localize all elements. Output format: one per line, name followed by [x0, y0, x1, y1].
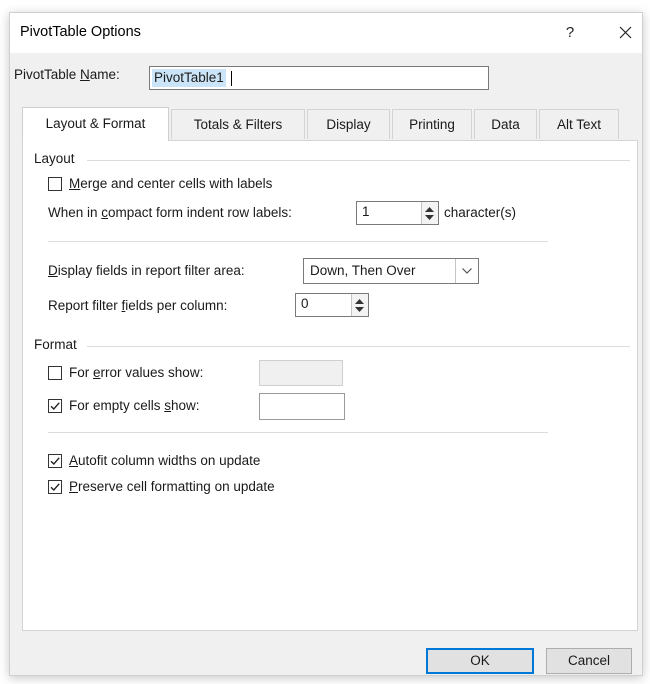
- format-separator: [48, 432, 548, 433]
- preserve-formatting-label: Preserve cell formatting on update: [69, 479, 275, 494]
- empty-cells-label: For empty cells show:: [69, 398, 200, 413]
- tab-printing[interactable]: Printing: [392, 109, 472, 139]
- indent-spin-arrows[interactable]: [421, 202, 438, 224]
- error-values-input[interactable]: [259, 360, 343, 386]
- pivottable-name-input[interactable]: PivotTable1: [149, 66, 489, 90]
- title-bar: PivotTable Options ?: [10, 13, 642, 53]
- format-group-title: Format: [34, 337, 77, 352]
- filter-fields-label: Report filter fields per column:: [48, 298, 228, 313]
- spin-down-icon: [425, 215, 434, 220]
- layout-group-title: Layout: [34, 151, 75, 166]
- tab-alt-text[interactable]: Alt Text: [539, 109, 619, 139]
- tab-data[interactable]: Data: [474, 109, 537, 139]
- empty-cells-checkbox[interactable]: [48, 398, 62, 413]
- close-button[interactable]: [610, 19, 640, 47]
- merge-cells-checkbox[interactable]: [48, 176, 62, 191]
- spin-up-icon: [425, 207, 434, 212]
- indent-suffix: character(s): [444, 205, 517, 220]
- close-icon: [619, 26, 631, 39]
- help-button[interactable]: ?: [556, 19, 584, 47]
- dialog-title: PivotTable Options: [20, 24, 141, 40]
- layout-format-panel: Layout Merge and center cells with label…: [22, 140, 638, 631]
- error-values-label: For error values show:: [69, 365, 204, 380]
- tab-display[interactable]: Display: [307, 109, 390, 139]
- indent-label: When in compact form indent row labels:: [48, 205, 292, 220]
- format-group-line: [87, 346, 630, 347]
- preserve-formatting-checkbox[interactable]: [48, 479, 62, 494]
- empty-cells-input[interactable]: [259, 393, 345, 420]
- layout-separator: [48, 241, 548, 242]
- tab-layout-format[interactable]: Layout & Format: [22, 107, 169, 141]
- merge-cells-option[interactable]: Merge and center cells with labels: [48, 176, 272, 191]
- preserve-formatting-option[interactable]: Preserve cell formatting on update: [48, 479, 275, 494]
- spin-down-icon: [355, 307, 364, 312]
- chevron-down-icon: [462, 268, 472, 274]
- ok-button[interactable]: OK: [426, 648, 534, 674]
- autofit-label: Autofit column widths on update: [69, 453, 261, 468]
- spin-up-icon: [355, 299, 364, 304]
- filter-fields-spinner[interactable]: 0: [295, 293, 369, 317]
- filter-fields-value: 0: [301, 296, 309, 311]
- checkmark-icon: [50, 401, 60, 410]
- pivottable-options-dialog: PivotTable Options ? PivotTable Name: Pi…: [9, 12, 643, 676]
- layout-group-line: [87, 160, 630, 161]
- display-fields-select[interactable]: Down, Then Over: [303, 258, 479, 284]
- tab-totals-filters[interactable]: Totals & Filters: [171, 109, 305, 139]
- error-values-checkbox[interactable]: [48, 365, 62, 380]
- display-fields-label: Display fields in report filter area:: [48, 263, 245, 278]
- filter-fields-spin-arrows[interactable]: [351, 294, 368, 316]
- checkmark-icon: [50, 482, 60, 491]
- autofit-option[interactable]: Autofit column widths on update: [48, 453, 260, 468]
- display-fields-dropdown[interactable]: [455, 259, 478, 283]
- pivottable-name-label: PivotTable Name:: [14, 67, 120, 82]
- display-fields-value: Down, Then Over: [310, 263, 416, 278]
- cancel-button[interactable]: Cancel: [546, 648, 632, 674]
- checkmark-icon: [50, 456, 60, 465]
- indent-spinner[interactable]: 1: [356, 201, 439, 225]
- indent-value: 1: [362, 204, 370, 219]
- pivottable-name-value: PivotTable1: [152, 69, 226, 87]
- merge-cells-label: Merge and center cells with labels: [69, 176, 273, 191]
- error-values-option[interactable]: For error values show:: [48, 365, 203, 380]
- autofit-checkbox[interactable]: [48, 453, 62, 468]
- empty-cells-option[interactable]: For empty cells show:: [48, 398, 200, 413]
